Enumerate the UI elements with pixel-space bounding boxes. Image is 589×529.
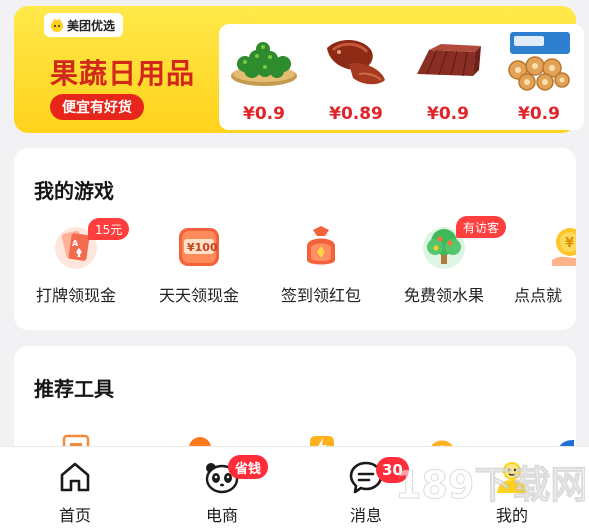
my-games-card: 我的游戏 A 15元 打牌领现金 ¥100 天天领现金 签到领红包 有访客 免费… bbox=[14, 148, 576, 330]
product-price: ¥0.9 bbox=[518, 104, 560, 124]
meituan-youxuan-banner[interactable]: 美团优选 果蔬日用品 便宜有好货 ¥0.9 ¥0.89 ¥0.9 ¥0.9 bbox=[14, 6, 584, 133]
svg-text:¥100: ¥100 bbox=[187, 241, 218, 254]
brand-tag: 美团优选 bbox=[44, 13, 124, 37]
cash-100-icon: ¥100 bbox=[179, 228, 219, 266]
game-label: 签到领红包 bbox=[280, 286, 361, 305]
my-games-title: 我的游戏 bbox=[34, 179, 114, 203]
game-badge: 15元 bbox=[88, 218, 130, 240]
game-label: 天天领现金 bbox=[158, 286, 239, 305]
product-strip: ¥0.9 ¥0.89 ¥0.9 ¥0.9 bbox=[219, 24, 584, 130]
game-badge: 有访客 bbox=[456, 216, 507, 238]
banner-slogan-pill[interactable]: 便宜有好货 bbox=[50, 94, 144, 120]
game-item-checkin-redpacket[interactable]: 签到领红包 bbox=[261, 222, 381, 312]
tab-home[interactable]: 首页 bbox=[25, 447, 125, 529]
product-limes[interactable]: ¥0.9 bbox=[219, 24, 309, 130]
game-item-daily-cash[interactable]: ¥100 天天领现金 bbox=[139, 222, 259, 312]
coin-hand-icon: ¥ bbox=[552, 228, 576, 266]
game-label: 免费领水果 bbox=[403, 286, 484, 305]
jelly-block-image bbox=[417, 44, 481, 77]
watermark-logo: 189下载网 bbox=[395, 463, 585, 508]
product-braised-duck[interactable]: ¥0.89 bbox=[311, 24, 401, 130]
svg-text:¥: ¥ bbox=[565, 236, 574, 251]
svg-text:A: A bbox=[72, 239, 79, 248]
product-price: ¥0.9 bbox=[427, 104, 469, 124]
tab-badge: 省钱 bbox=[228, 455, 269, 479]
game-label: 打牌领现金 bbox=[35, 286, 116, 305]
game-item-free-fruit[interactable]: 有访客 免费领水果 bbox=[384, 216, 507, 312]
watermark-text: 189下载网 bbox=[395, 463, 585, 507]
game-label: 点点就 bbox=[514, 286, 563, 305]
brand-name: 美团优选 bbox=[67, 18, 116, 33]
red-packet-bag-icon bbox=[307, 226, 335, 265]
product-price: ¥0.9 bbox=[243, 104, 285, 124]
recommended-tools-title: 推荐工具 bbox=[34, 377, 114, 401]
product-price: ¥0.89 bbox=[329, 104, 383, 124]
tab-label: 电商 bbox=[205, 506, 238, 525]
tab-ecommerce[interactable]: 省钱 电商 bbox=[172, 447, 272, 529]
brand-logo-icon bbox=[51, 18, 63, 32]
game-item-poker[interactable]: A 15元 打牌领现金 bbox=[16, 218, 136, 312]
banner-title: 果蔬日用品 bbox=[50, 57, 196, 90]
braised-duck-image bbox=[327, 39, 385, 85]
tab-label: 首页 bbox=[58, 506, 91, 525]
product-biscuits[interactable]: ¥0.9 bbox=[494, 24, 584, 130]
game-item-tap[interactable]: ¥ 点点就 bbox=[506, 222, 576, 312]
biscuits-image bbox=[508, 32, 570, 91]
home-icon bbox=[60, 462, 90, 492]
limes-basket-image bbox=[231, 42, 297, 86]
product-jelly[interactable]: ¥0.9 bbox=[403, 24, 493, 130]
